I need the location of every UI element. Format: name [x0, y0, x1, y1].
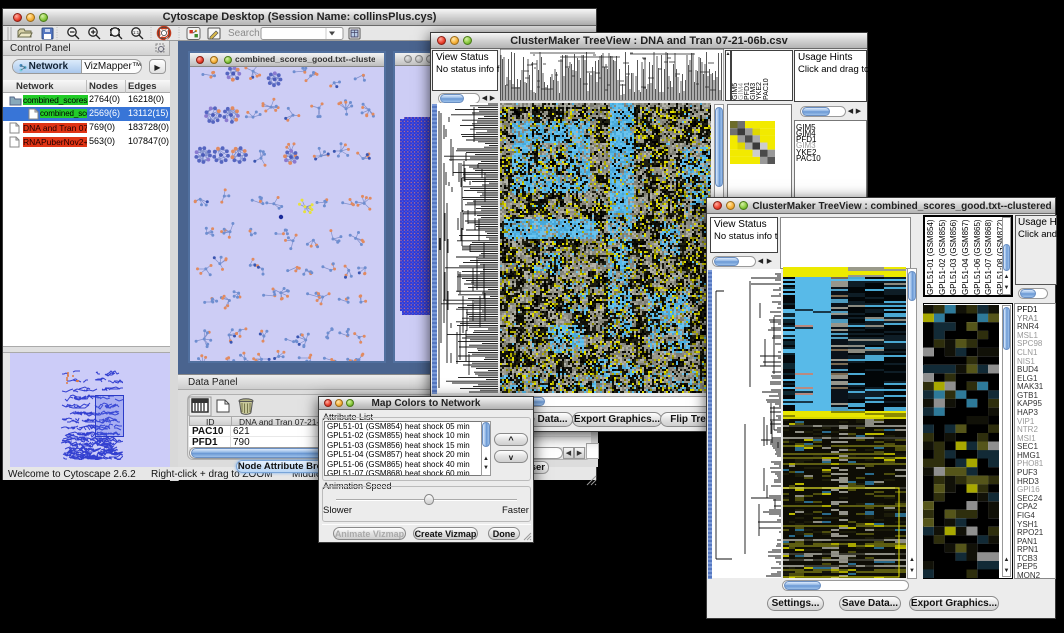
- svg-text:Search:: Search:: [228, 28, 262, 39]
- svg-text:1:1: 1:1: [133, 30, 140, 35]
